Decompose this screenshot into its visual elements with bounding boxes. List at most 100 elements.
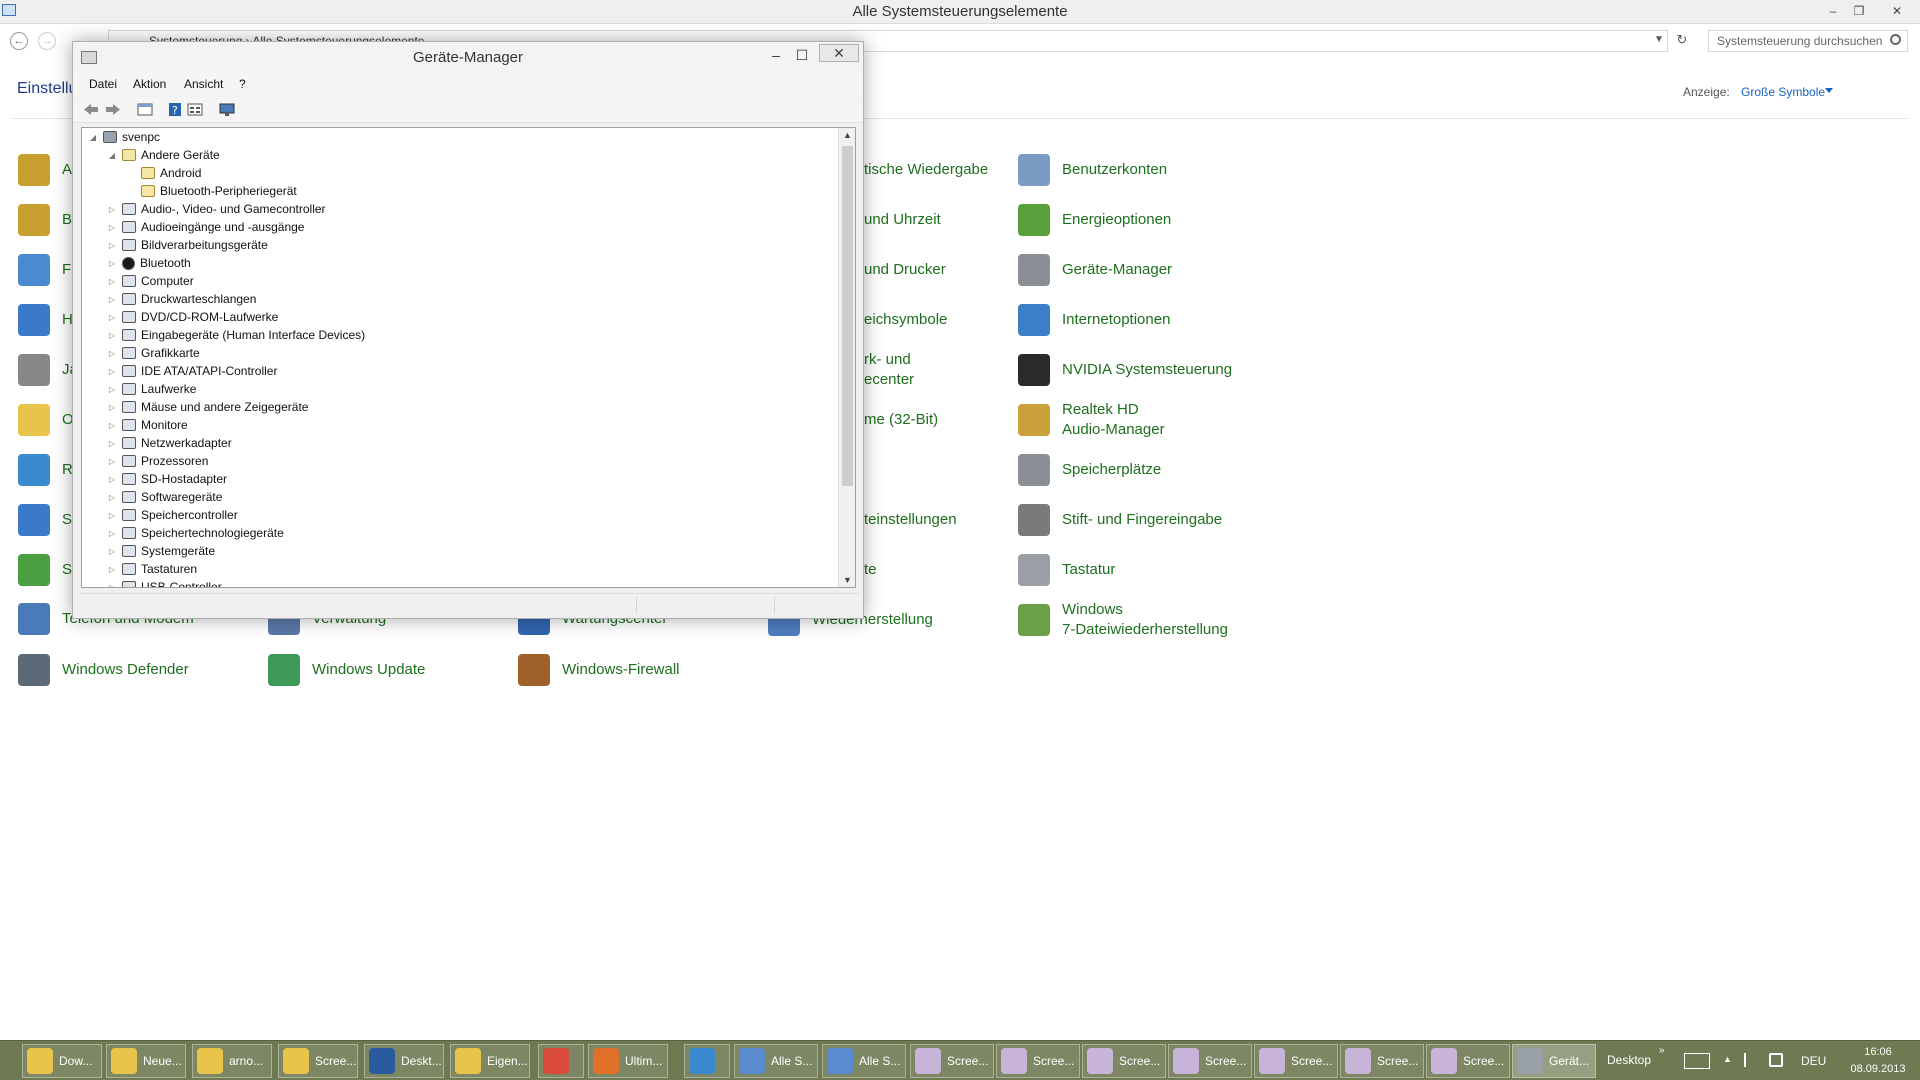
minimize-button[interactable]: – [1822, 2, 1844, 20]
expand-arrow-icon[interactable]: ▷ [107, 457, 117, 466]
view-selector[interactable]: Große Symbole [1741, 85, 1825, 99]
expand-arrow-icon[interactable]: ▷ [107, 547, 117, 556]
taskbar-button[interactable]: Scree... [910, 1044, 994, 1078]
expand-arrow-icon[interactable]: ▷ [107, 583, 117, 588]
expand-arrow-icon[interactable]: ▷ [107, 349, 117, 358]
expand-arrow-icon[interactable]: ▷ [107, 205, 117, 214]
taskbar-button[interactable]: arno... [192, 1044, 272, 1078]
menu-aktion[interactable]: Aktion [133, 77, 166, 91]
scroll-up-arrow-icon[interactable]: ▲ [839, 130, 855, 140]
tree-node[interactable]: ▷ Speichercontroller [107, 506, 238, 524]
expand-arrow-icon[interactable]: ◢ [107, 151, 117, 160]
taskbar-button[interactable]: Scree... [278, 1044, 358, 1078]
taskbar-button[interactable]: Gerät... [1512, 1044, 1596, 1078]
tree-node[interactable]: ▷ USB-Controller [107, 578, 222, 588]
taskbar-button[interactable]: Scree... [1082, 1044, 1166, 1078]
expand-arrow-icon[interactable]: ▷ [107, 439, 117, 448]
expand-arrow-icon[interactable]: ▷ [107, 367, 117, 376]
tree-node[interactable]: ▷ Computer [107, 272, 194, 290]
language-indicator[interactable]: DEU [1801, 1054, 1826, 1068]
tree-node[interactable]: ▷ Bildverarbeitungsgeräte [107, 236, 268, 254]
show-hidden-icons-icon[interactable]: ▲ [1723, 1054, 1732, 1064]
close-button[interactable]: ✕ [1886, 2, 1908, 20]
menu-help[interactable]: ? [239, 77, 246, 91]
menu-ansicht[interactable]: Ansicht [184, 77, 223, 91]
expand-arrow-icon[interactable]: ▷ [107, 277, 117, 286]
tree-node[interactable]: ▷ Netzwerkadapter [107, 434, 232, 452]
minimize-button[interactable]: – [765, 47, 787, 63]
expand-arrow-icon[interactable]: ▷ [107, 475, 117, 484]
vertical-scrollbar[interactable]: ▲ ▼ [838, 128, 855, 587]
taskbar-button[interactable]: Deskt... [364, 1044, 444, 1078]
tree-node[interactable]: ▷ Eingabegeräte (Human Interface Devices) [107, 326, 365, 344]
tree-node[interactable]: ▷ Mäuse und andere Zeigegeräte [107, 398, 309, 416]
taskbar-button[interactable]: Ultim... [588, 1044, 668, 1078]
tree-node[interactable]: ▷ Laufwerke [107, 380, 196, 398]
back-button[interactable]: ← [10, 32, 28, 50]
device-tree[interactable]: ◢ svenpc ◢ Andere Geräte Android Bluetooth-Pe… [81, 127, 856, 588]
properties-icon[interactable] [137, 102, 153, 117]
view-icon[interactable] [187, 102, 203, 117]
expand-arrow-icon[interactable]: ▷ [107, 511, 117, 520]
tree-node[interactable]: ▷ Softwaregeräte [107, 488, 222, 506]
expand-arrow-icon[interactable]: ▷ [107, 403, 117, 412]
scrollbar-thumb[interactable] [842, 146, 853, 486]
tree-node[interactable]: Android [126, 164, 201, 182]
taskbar-button[interactable]: Dow... [22, 1044, 102, 1078]
chevron-down-icon[interactable] [1825, 88, 1833, 93]
back-arrow-icon[interactable] [83, 102, 99, 117]
taskbar-button[interactable]: Alle S... [734, 1044, 818, 1078]
tree-node[interactable]: ▷ Audioeingänge und -ausgänge [107, 218, 305, 236]
tree-node[interactable]: ▷ Systemgeräte [107, 542, 215, 560]
expand-arrow-icon[interactable]: ▷ [107, 259, 117, 268]
taskbar-button[interactable] [538, 1044, 584, 1078]
expand-arrow-icon[interactable]: ▷ [107, 421, 117, 430]
search-icon[interactable] [1890, 34, 1901, 45]
expand-arrow-icon[interactable]: ▷ [107, 529, 117, 538]
search-input[interactable]: Systemsteuerung durchsuchen [1708, 30, 1908, 52]
taskbar-button[interactable]: Scree... [1254, 1044, 1338, 1078]
refresh-icon[interactable]: ↻ [1672, 32, 1692, 50]
expand-arrow-icon[interactable]: ▷ [107, 331, 117, 340]
network-icon[interactable] [1769, 1053, 1783, 1067]
forward-button[interactable]: → [38, 32, 56, 50]
monitor-icon[interactable] [219, 102, 235, 117]
tree-node[interactable]: ▷ Bluetooth [107, 254, 191, 272]
taskbar-button[interactable] [684, 1044, 730, 1078]
menu-datei[interactable]: Datei [89, 77, 117, 91]
taskbar-button[interactable]: Scree... [1340, 1044, 1424, 1078]
tree-node[interactable]: ▷ Prozessoren [107, 452, 208, 470]
tree-node[interactable]: ▷ Monitore [107, 416, 188, 434]
tree-node[interactable]: ▷ IDE ATA/ATAPI-Controller [107, 362, 278, 380]
action-center-flag-icon[interactable] [1744, 1053, 1756, 1067]
taskbar-button[interactable]: Scree... [1168, 1044, 1252, 1078]
tree-node[interactable]: ▷ Speichertechnologiegeräte [107, 524, 284, 542]
tree-node[interactable]: ▷ Audio-, Video- und Gamecontroller [107, 200, 326, 218]
maximize-button[interactable]: ☐ [791, 47, 813, 64]
expand-arrow-icon[interactable]: ▷ [107, 223, 117, 232]
tree-node[interactable]: Bluetooth-Peripheriegerät [126, 182, 297, 200]
expand-arrow-icon[interactable]: ▷ [107, 313, 117, 322]
expand-arrow-icon[interactable]: ▷ [107, 565, 117, 574]
tree-node[interactable]: ◢ Andere Geräte [107, 146, 220, 164]
tree-node[interactable]: ▷ Druckwarteschlangen [107, 290, 256, 308]
help-icon[interactable]: ? [167, 102, 183, 117]
desktop-toolbar-label[interactable]: Desktop [1607, 1053, 1651, 1067]
restore-button[interactable]: ❐ [1848, 2, 1870, 20]
scroll-down-arrow-icon[interactable]: ▼ [839, 575, 855, 585]
expand-arrow-icon[interactable]: ▷ [107, 295, 117, 304]
tree-node[interactable]: ▷ DVD/CD-ROM-Laufwerke [107, 308, 278, 326]
clock-date[interactable]: 08.09.2013 [1848, 1063, 1908, 1075]
expand-arrow-icon[interactable]: ◢ [88, 133, 98, 142]
taskbar-button[interactable]: Scree... [1426, 1044, 1510, 1078]
expand-arrow-icon[interactable]: ▷ [107, 493, 117, 502]
tree-node[interactable]: ▷ Tastaturen [107, 560, 197, 578]
expand-arrow-icon[interactable]: ▷ [107, 385, 117, 394]
expand-arrow-icon[interactable]: ▷ [107, 241, 117, 250]
taskbar-button[interactable]: Neue... [106, 1044, 186, 1078]
chevron-down-icon[interactable]: ▼ [1654, 34, 1664, 45]
tree-node[interactable]: ▷ SD-Hostadapter [107, 470, 227, 488]
tree-node[interactable]: ▷ Grafikkarte [107, 344, 200, 362]
tree-node[interactable]: ◢ svenpc [88, 128, 160, 146]
taskbar-button[interactable]: Scree... [996, 1044, 1080, 1078]
